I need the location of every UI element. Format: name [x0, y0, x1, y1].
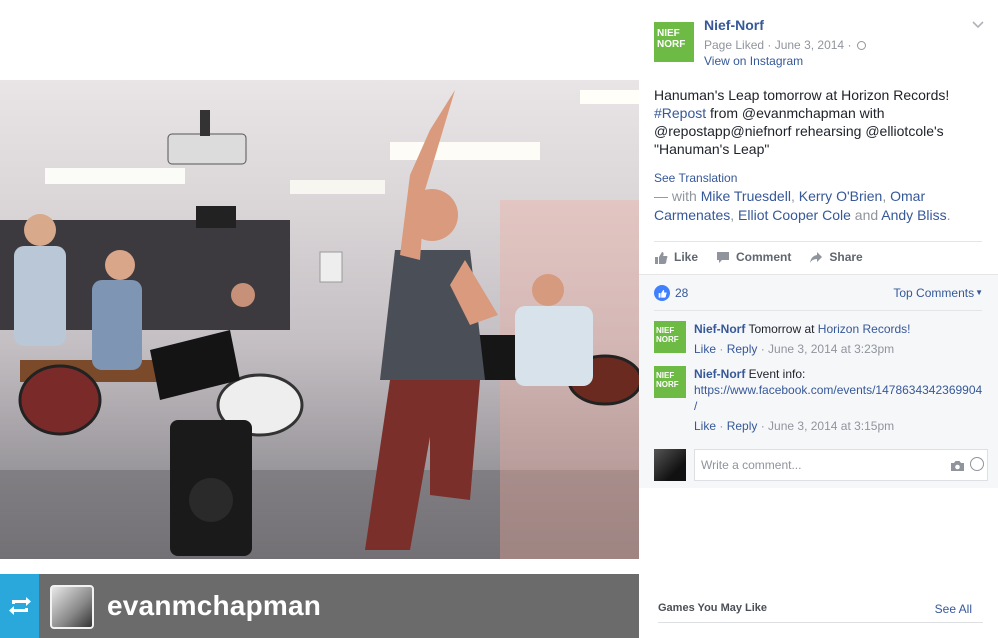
comment-footer: Like · Reply · June 3, 2014 at 3:23pm — [694, 342, 895, 356]
repost-username: evanmchapman — [107, 590, 322, 621]
top-comments-label: Top Comments — [893, 286, 975, 300]
like-button[interactable]: Like — [654, 247, 698, 267]
drum — [18, 364, 102, 436]
player-head — [24, 214, 56, 246]
divider — [658, 622, 983, 623]
projector-mount — [200, 110, 210, 136]
globe-icon — [856, 41, 866, 50]
player-head — [532, 274, 564, 306]
comment-author[interactable]: Nief-Norf — [694, 367, 745, 381]
page-name-link[interactable]: Nief-Norf — [704, 17, 764, 33]
emoji-icon[interactable] — [970, 457, 984, 471]
repost-user-avatar — [50, 585, 94, 629]
post-text-line1: Hanuman's Leap tomorrow at Horizon Recor… — [654, 87, 950, 103]
comment-footer: Like · Reply · June 3, 2014 at 3:15pm — [694, 419, 895, 433]
commenter-avatar[interactable]: NIEF NORF — [654, 321, 686, 353]
see-translation-link[interactable]: See Translation — [654, 171, 737, 185]
wall-speaker — [196, 206, 236, 228]
view-on-instagram-link[interactable]: View on Instagram — [704, 54, 803, 68]
chevron-down-icon[interactable] — [972, 16, 984, 32]
comment-body: Nief-Norf Tomorrow at Horizon Records! L… — [694, 321, 984, 357]
camera-icon[interactable] — [950, 459, 965, 477]
write-comment-input[interactable]: Write a comment... — [694, 449, 988, 481]
hashtag-link[interactable]: #Repost — [654, 105, 706, 121]
post-meta-text: Page Liked · June 3, 2014 · — [704, 38, 852, 52]
like-label: Like — [674, 250, 699, 264]
tagged-person[interactable]: Elliot Cooper Cole — [738, 207, 851, 223]
tag-separator: , — [730, 207, 739, 223]
share-icon — [810, 251, 823, 263]
post-actions: Like Comment Share — [654, 247, 863, 267]
top-comments-dropdown[interactable]: Top Comments▼ — [893, 286, 983, 300]
wall-notice — [319, 251, 343, 283]
ceiling-light — [290, 180, 385, 194]
comment-time: · June 3, 2014 at 3:23pm — [757, 342, 895, 356]
comment-body: Nief-Norf Event info: https://www.facebo… — [694, 366, 984, 434]
player-body — [515, 306, 593, 386]
tag-and: and — [850, 207, 882, 223]
comment-icon — [717, 251, 730, 263]
repost-icon — [0, 574, 39, 638]
tag-end: . — [946, 207, 951, 223]
tagged-person[interactable]: Andy Bliss — [881, 207, 946, 223]
post-text: Hanuman's Leap tomorrow at Horizon Recor… — [654, 86, 984, 158]
repost-bar: evanmchapman — [0, 574, 639, 638]
post-details-panel: NIEF NORF Nief-Norf Page Liked · June 3,… — [639, 0, 998, 638]
projector — [167, 133, 247, 165]
with-prefix: — with — [654, 188, 701, 204]
see-all-link[interactable]: See All — [935, 602, 972, 616]
comment-label: Comment — [736, 250, 792, 264]
comment-link[interactable]: Horizon Records! — [818, 322, 911, 336]
tagged-people: — with Mike Truesdell, Kerry O'Brien, Om… — [654, 187, 984, 225]
comment-link[interactable]: https://www.facebook.com/events/14786343… — [694, 383, 982, 413]
comment-reply-link[interactable]: Reply — [727, 419, 758, 433]
share-label: Share — [829, 250, 863, 264]
comment-like-link[interactable]: Like — [694, 342, 716, 356]
reaction-summary[interactable]: 28 — [654, 285, 688, 301]
comment-text: Event info: — [745, 367, 806, 381]
games-heading: Games You May Like — [658, 602, 768, 614]
comment-reply-link[interactable]: Reply — [727, 342, 758, 356]
speaker-cone — [189, 478, 233, 522]
tag-separator: , — [882, 188, 891, 204]
player-head — [105, 250, 135, 280]
caret-down-icon: ▼ — [975, 288, 983, 297]
thumbs-up-icon — [655, 251, 668, 264]
ceiling-light — [390, 142, 540, 160]
player-head — [231, 283, 255, 307]
player-body — [92, 280, 142, 370]
comments-section: 28 Top Comments▼ NIEF NORF Nief-Norf Tom… — [639, 274, 998, 488]
tagged-person[interactable]: Mike Truesdell — [701, 188, 791, 204]
post-photo[interactable] — [0, 80, 639, 559]
commenter-avatar[interactable]: NIEF NORF — [654, 366, 686, 398]
divider — [654, 310, 982, 311]
post-header: NIEF NORF Nief-Norf Page Liked · June 3,… — [654, 16, 989, 76]
comment-composer: Write a comment... — [654, 448, 988, 481]
tagged-person[interactable]: Kerry O'Brien — [799, 188, 883, 204]
player-body — [14, 246, 66, 346]
like-reaction-icon — [654, 285, 670, 301]
comment-button[interactable]: Comment — [716, 247, 791, 267]
divider — [654, 241, 982, 242]
post-meta: Page Liked · June 3, 2014 · — [704, 38, 866, 52]
tag-separator: , — [790, 188, 799, 204]
photo-theater: evanmchapman NIEF NORF Nief-Norf Page Li… — [0, 0, 998, 638]
comment-like-link[interactable]: Like — [694, 419, 716, 433]
ceiling-light — [45, 168, 185, 184]
page-logo[interactable]: NIEF NORF — [654, 22, 694, 62]
share-button[interactable]: Share — [809, 247, 863, 267]
like-count: 28 — [675, 286, 689, 300]
current-user-avatar — [654, 449, 686, 481]
comment-time: · June 3, 2014 at 3:15pm — [757, 419, 895, 433]
comment-text: Tomorrow at — [745, 322, 818, 336]
photo-pane: evanmchapman — [0, 0, 639, 638]
ceiling-light — [580, 90, 639, 104]
photo-illustration — [0, 90, 639, 559]
comment-author[interactable]: Nief-Norf — [694, 322, 745, 336]
